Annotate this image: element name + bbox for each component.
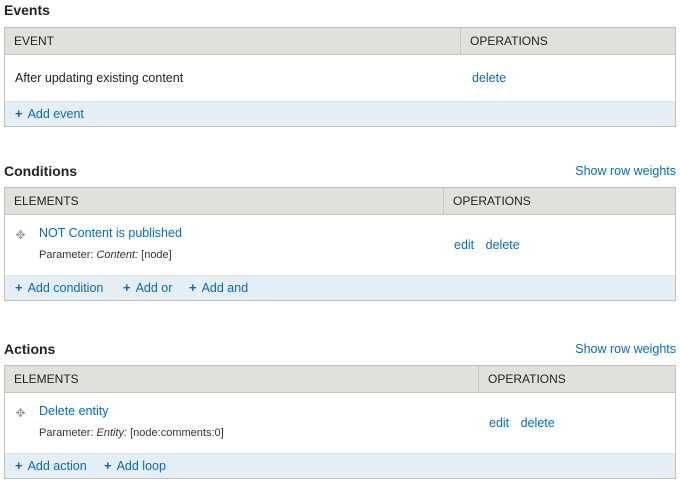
table-row: After updating existing content delete (5, 55, 675, 101)
add-and-label: Add and (201, 281, 249, 295)
parameter-name: Content: (96, 249, 139, 261)
column-header-event: EVENT (14, 34, 55, 48)
add-loop-button[interactable]: + Add loop (104, 454, 166, 478)
table-row: ✥ NOT Content is published Parameter: Co… (5, 215, 675, 275)
add-condition-label: Add condition (27, 281, 104, 295)
actions-footer: + Add action + Add loop (5, 453, 675, 478)
add-event-label: Add event (27, 107, 84, 121)
events-footer: + Add event (5, 101, 675, 126)
parameter-prefix: Parameter: (39, 427, 94, 439)
plus-icon: + (104, 458, 112, 473)
column-header-operations: OPERATIONS (443, 188, 675, 214)
conditions-table-header: ELEMENTS OPERATIONS (5, 188, 675, 215)
add-and-button[interactable]: + Add and (189, 276, 248, 300)
delete-action-link[interactable]: delete (521, 416, 555, 430)
conditions-header: Conditions Show row weights (4, 163, 676, 183)
conditions-footer: + Add condition + Add or + Add and (5, 275, 675, 300)
column-header-elements: ELEMENTS (14, 372, 79, 386)
edit-action-link[interactable]: edit (489, 416, 509, 430)
add-condition-button[interactable]: + Add condition (15, 276, 103, 300)
actions-title: Actions (4, 341, 56, 357)
actions-table-header: ELEMENTS OPERATIONS (5, 366, 675, 393)
plus-icon: + (15, 280, 23, 295)
edit-condition-link[interactable]: edit (454, 238, 474, 252)
table-row: ✥ Delete entity Parameter: Entity: [node… (5, 393, 675, 453)
actions-table: ELEMENTS OPERATIONS ✥ Delete entity Para… (4, 365, 676, 479)
condition-label-link[interactable]: NOT Content is published (39, 226, 182, 240)
plus-icon: + (15, 106, 23, 121)
condition-operations: edit delete (454, 238, 528, 252)
events-table: EVENT OPERATIONS After updating existing… (4, 27, 676, 127)
column-header-elements: ELEMENTS (14, 194, 79, 208)
drag-handle-icon[interactable]: ✥ (15, 229, 26, 241)
event-operations: delete (472, 71, 514, 85)
conditions-section: Conditions Show row weights ELEMENTS OPE… (4, 163, 676, 301)
column-header-operations: OPERATIONS (478, 366, 675, 392)
actions-section: Actions Show row weights ELEMENTS OPERAT… (4, 341, 676, 479)
event-label: After updating existing content (15, 71, 184, 85)
parameter-value: [node:comments:0] (130, 427, 224, 439)
add-or-button[interactable]: + Add or (123, 276, 172, 300)
add-action-label: Add action (27, 459, 87, 473)
parameter-name: Entity: (96, 427, 128, 439)
delete-event-link[interactable]: delete (472, 71, 506, 85)
show-row-weights-link[interactable]: Show row weights (575, 342, 676, 356)
action-label-link[interactable]: Delete entity (39, 404, 108, 418)
show-row-weights-link[interactable]: Show row weights (575, 164, 676, 178)
add-event-button[interactable]: + Add event (15, 102, 84, 126)
column-header-operations: OPERATIONS (460, 28, 675, 54)
events-section: Events EVENT OPERATIONS After updating e… (4, 2, 676, 127)
action-parameter: Parameter: Entity: [node:comments:0] (39, 427, 224, 439)
parameter-prefix: Parameter: (39, 249, 94, 261)
actions-header: Actions Show row weights (4, 341, 676, 361)
events-table-header: EVENT OPERATIONS (5, 28, 675, 55)
add-or-label: Add or (135, 281, 173, 295)
events-header: Events (4, 2, 676, 22)
delete-condition-link[interactable]: delete (486, 238, 520, 252)
drag-handle-icon[interactable]: ✥ (15, 407, 26, 419)
plus-icon: + (189, 280, 197, 295)
events-title: Events (4, 2, 50, 18)
add-action-button[interactable]: + Add action (15, 454, 87, 478)
plus-icon: + (123, 280, 131, 295)
plus-icon: + (15, 458, 23, 473)
conditions-table: ELEMENTS OPERATIONS ✥ NOT Content is pub… (4, 187, 676, 301)
parameter-value: [node] (141, 249, 172, 261)
add-loop-label: Add loop (116, 459, 166, 473)
conditions-title: Conditions (4, 163, 78, 179)
condition-parameter: Parameter: Content: [node] (39, 249, 172, 261)
action-operations: edit delete (489, 416, 563, 430)
